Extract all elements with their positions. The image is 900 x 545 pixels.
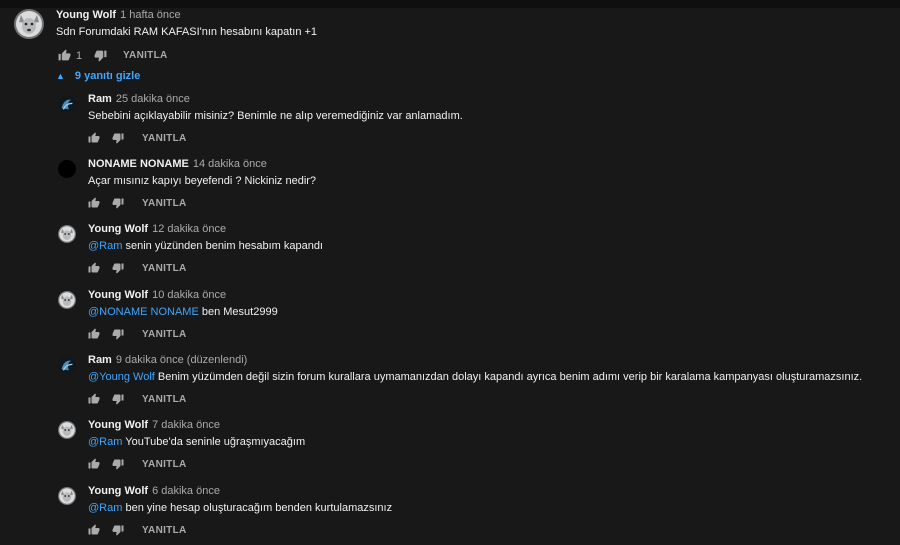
reply-author[interactable]: Young Wolf [88, 223, 148, 235]
reply-text-line: Açar mısınız kapıyı beyefendi ? Nickiniz… [88, 175, 316, 187]
mention-link[interactable]: @Young Wolf [88, 371, 155, 383]
reply-text-line: @Ram YouTube'da seninle uğraşmıyacağım [88, 436, 305, 448]
like-icon[interactable] [88, 458, 100, 470]
reply-item: Young Wolf 12 dakika önce @Ram senin yüzün… [0, 223, 900, 283]
top-bar [0, 0, 900, 8]
reply-text: Benim yüzümden değil sizin forum kuralla… [157, 371, 863, 383]
comment-time[interactable]: 1 hafta önce [120, 9, 181, 21]
ram-avatar[interactable] [58, 95, 76, 113]
comment-actions: 1 YANITLA [56, 49, 256, 65]
reply-button[interactable]: YANITLA [142, 198, 187, 209]
reply-actions: YANITLA [88, 262, 238, 278]
chevron-up-icon: ▲ [56, 71, 65, 81]
reply-actions: YANITLA [88, 197, 238, 213]
reply-author[interactable]: Ram [88, 354, 112, 366]
reply-item: Young Wolf 7 dakika önce @Ram YouTube'da s… [0, 419, 900, 479]
like-icon[interactable] [88, 393, 100, 405]
reply-text-line: @Ram senin yüzünden benim hesabım kapand… [88, 240, 323, 252]
like-icon[interactable] [88, 524, 100, 536]
reply-author[interactable]: Young Wolf [88, 485, 148, 497]
comment-author[interactable]: Young Wolf [56, 9, 116, 21]
reply-text-line: @Ram ben yine hesap oluşturacağım benden… [88, 502, 392, 514]
reply-author[interactable]: Young Wolf [88, 419, 148, 431]
reply-author[interactable]: Young Wolf [88, 289, 148, 301]
reply-text: YouTube'da seninle uğraşmıyacağım [125, 436, 306, 448]
mention-link[interactable]: @Ram [88, 502, 122, 514]
reply-time[interactable]: 7 dakika önce [152, 419, 220, 431]
reply-button[interactable]: YANITLA [123, 50, 168, 61]
reply-author[interactable]: Ram [88, 93, 112, 105]
mention-link[interactable]: @NONAME NONAME [88, 306, 199, 318]
reply-text-line: @NONAME NONAME ben Mesut2999 [88, 306, 278, 318]
reply-actions: YANITLA [88, 328, 238, 344]
black-avatar[interactable] [58, 160, 76, 178]
reply-text: Sebebini açıklayabilir misiniz? Benimle … [88, 110, 463, 122]
reply-time[interactable]: 9 dakika önce (düzenlendi) [116, 354, 247, 366]
like-count: 1 [76, 50, 83, 62]
wolf-avatar[interactable] [58, 421, 76, 439]
reply-item: Ram 9 dakika önce (düzenlendi) @Young Wolf… [0, 354, 900, 414]
mention-link[interactable]: @Ram [88, 436, 122, 448]
reply-time[interactable]: 25 dakika önce [116, 93, 190, 105]
ram-avatar[interactable] [58, 356, 76, 374]
dislike-icon[interactable] [112, 458, 124, 470]
reply-button[interactable]: YANITLA [142, 329, 187, 340]
reply-button[interactable]: YANITLA [142, 394, 187, 405]
reply-time[interactable]: 10 dakika önce [152, 289, 226, 301]
reply-actions: YANITLA [88, 458, 238, 474]
reply-item: Ram 25 dakika önce Sebebini açıklayabilir … [0, 93, 900, 153]
dislike-icon[interactable] [112, 197, 124, 209]
reply-text-line: Sebebini açıklayabilir misiniz? Benimle … [88, 110, 463, 122]
dislike-icon[interactable] [112, 393, 124, 405]
wolf-avatar[interactable] [58, 225, 76, 243]
reply-button[interactable]: YANITLA [142, 525, 187, 536]
like-icon[interactable] [88, 328, 100, 340]
reply-button[interactable]: YANITLA [142, 133, 187, 144]
reply-button[interactable]: YANITLA [142, 459, 187, 470]
hide-replies-label: 9 yanıtı gizle [74, 70, 141, 82]
reply-actions: YANITLA [88, 132, 238, 148]
dislike-icon[interactable] [112, 262, 124, 274]
wolf-avatar[interactable] [14, 9, 44, 39]
mention-link[interactable]: @Ram [88, 240, 122, 252]
like-icon[interactable] [88, 262, 100, 274]
reply-text: ben Mesut2999 [201, 306, 278, 318]
wolf-avatar[interactable] [58, 291, 76, 309]
reply-item: Young Wolf 10 dakika önce @NONAME NONAME b… [0, 289, 900, 349]
reply-time[interactable]: 12 dakika önce [152, 223, 226, 235]
reply-text: senin yüzünden benim hesabım kapandı [125, 240, 323, 252]
reply-actions: YANITLA [88, 393, 238, 409]
dislike-icon[interactable] [112, 524, 124, 536]
dislike-icon[interactable] [112, 132, 124, 144]
reply-text-line: @Young Wolf Benim yüzümden değil sizin f… [88, 371, 862, 383]
comment-text: Sdn Forumdaki RAM KAFASI'nın hesabını ka… [56, 26, 318, 38]
reply-actions: YANITLA [88, 524, 238, 540]
reply-item: NONAME NONAME 14 dakika önce Açar mısınız … [0, 158, 900, 218]
reply-text: Açar mısınız kapıyı beyefendi ? Nickiniz… [88, 175, 317, 187]
like-icon[interactable] [88, 132, 100, 144]
wolf-avatar[interactable] [58, 487, 76, 505]
reply-time[interactable]: 14 dakika önce [193, 158, 267, 170]
reply-author[interactable]: NONAME NONAME [88, 158, 189, 170]
reply-button[interactable]: YANITLA [142, 263, 187, 274]
like-icon[interactable] [88, 197, 100, 209]
reply-text: ben yine hesap oluşturacağım benden kurt… [125, 502, 393, 514]
like-icon[interactable] [58, 49, 71, 62]
hide-replies-button[interactable]: ▲ 9 yanıtı gizle [56, 70, 140, 82]
reply-item: Young Wolf 6 dakika önce @Ram ben yine hes… [0, 485, 900, 545]
dislike-icon[interactable] [112, 328, 124, 340]
dislike-icon[interactable] [94, 49, 107, 62]
reply-time[interactable]: 6 dakika önce [152, 485, 220, 497]
